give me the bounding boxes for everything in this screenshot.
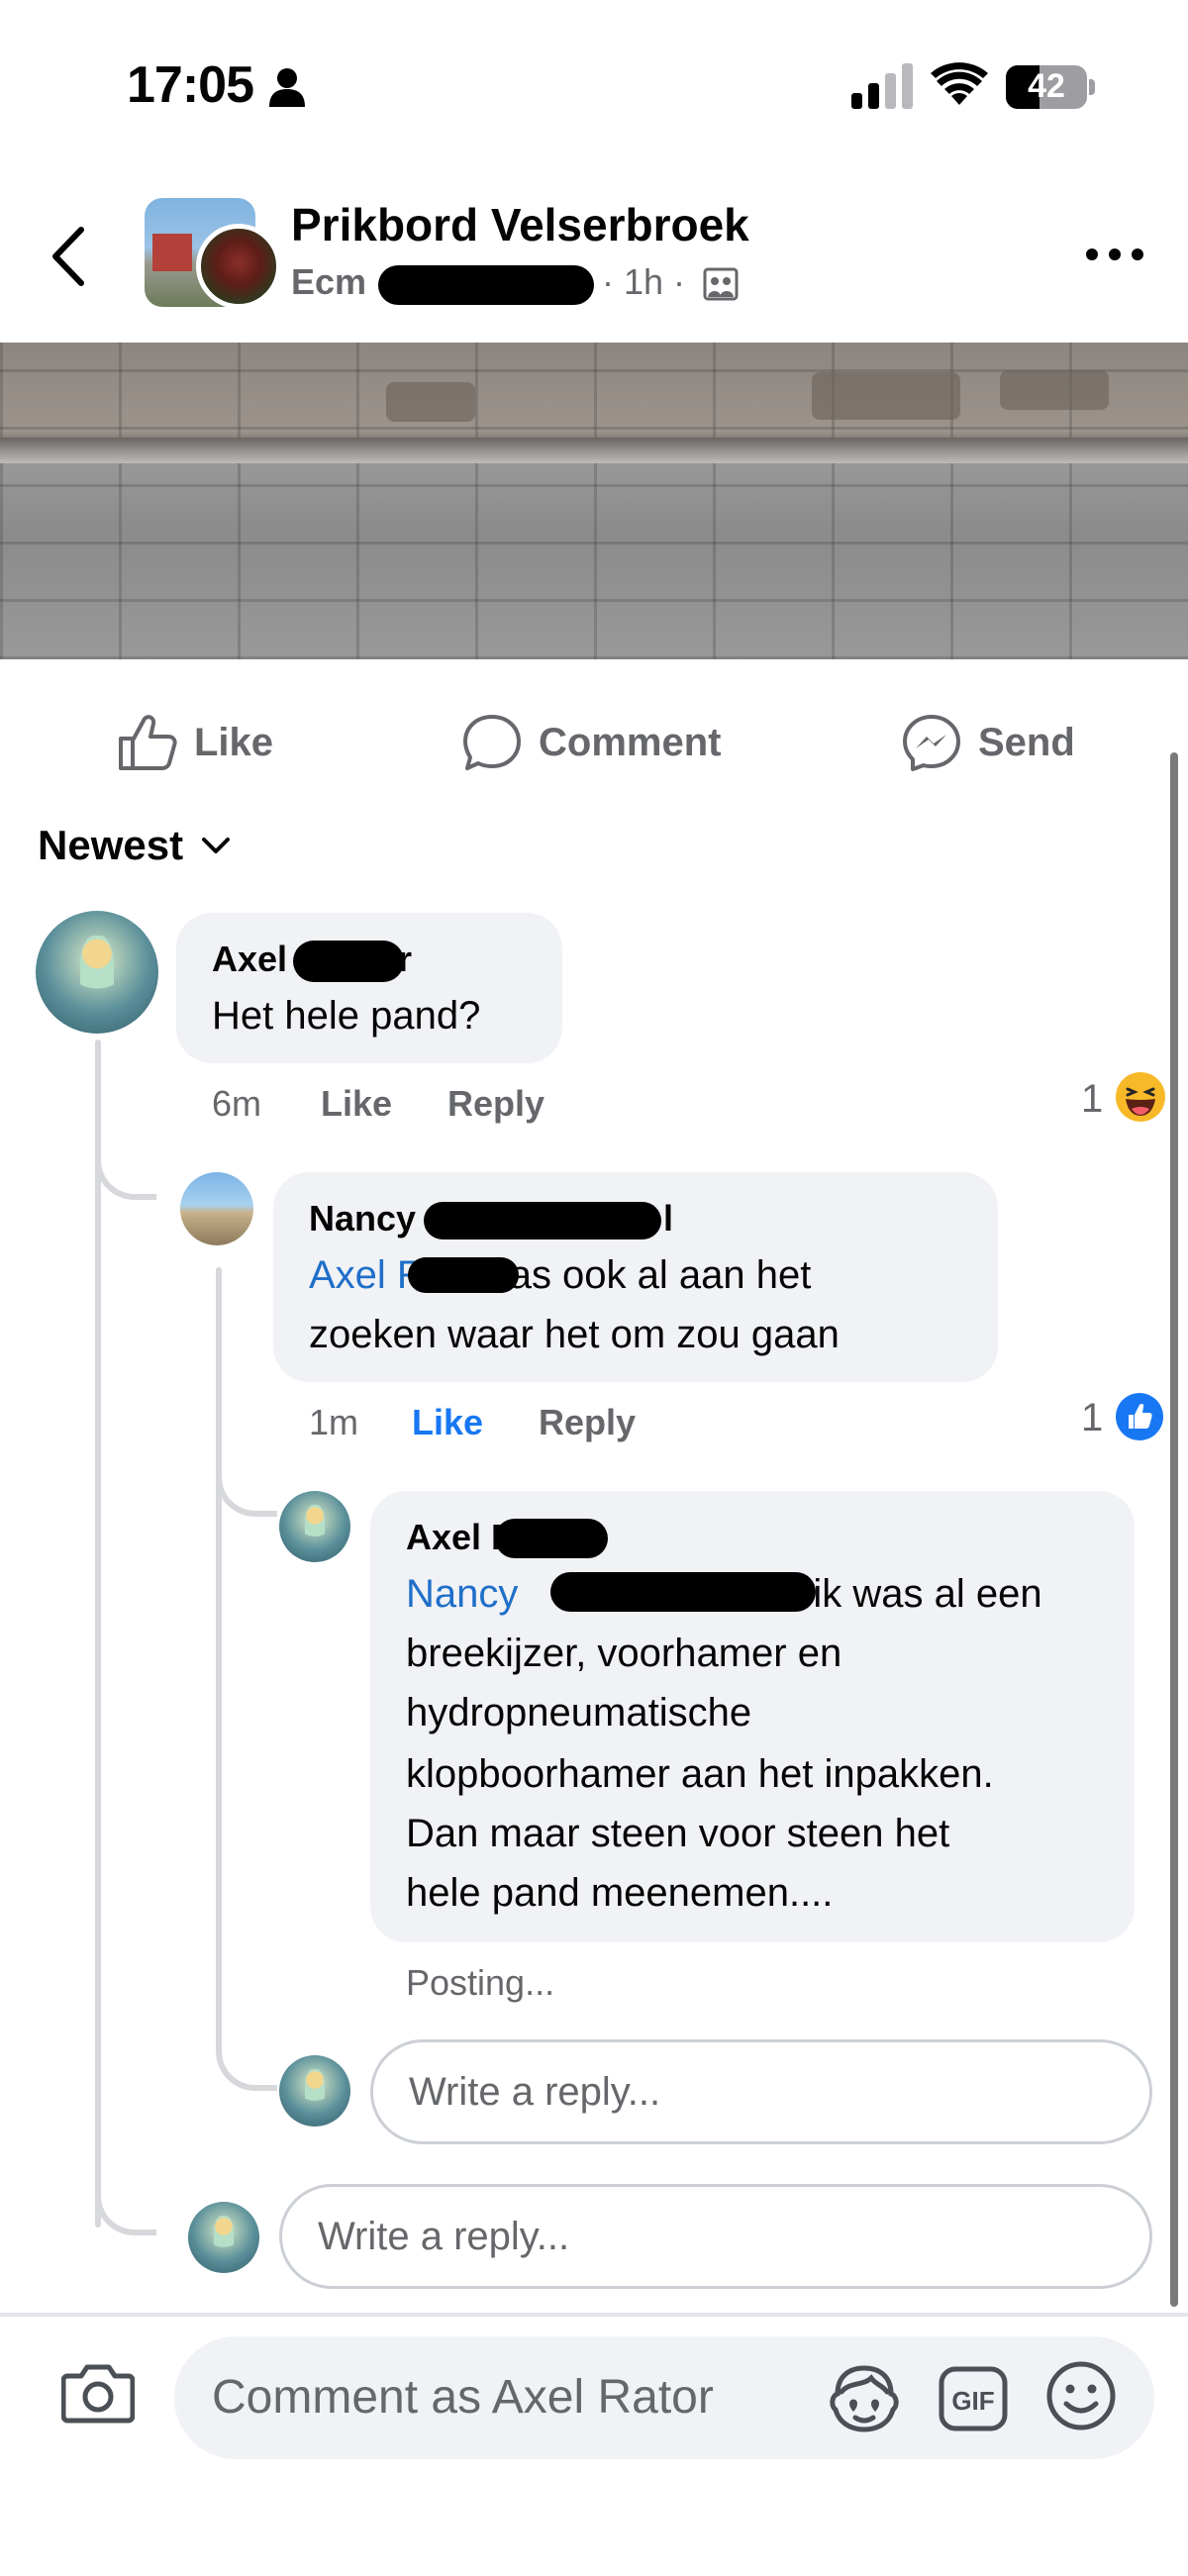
post-time: · 1h · xyxy=(602,261,686,302)
comment-button[interactable]: Comment xyxy=(461,713,721,772)
send-button[interactable]: Send xyxy=(901,713,1075,772)
comment-author-suffix: r xyxy=(398,939,413,979)
thread-line xyxy=(216,2020,277,2091)
comment-author[interactable]: Nancy xyxy=(309,1198,416,1239)
thread-line xyxy=(216,1267,222,2039)
post-author[interactable]: Ecm xyxy=(291,261,366,303)
comment-time: 6m xyxy=(212,1083,262,1124)
composer-placeholder[interactable]: Comment as Axel Rator xyxy=(212,2370,714,2425)
svg-text:GIF: GIF xyxy=(951,2386,994,2416)
avatar-sticker-icon[interactable] xyxy=(828,2364,901,2433)
battery-indicator: 42 xyxy=(1006,65,1087,109)
emoji-icon[interactable] xyxy=(1045,2360,1117,2431)
redaction-mark xyxy=(293,941,404,982)
reply-input[interactable]: Write a reply... xyxy=(279,2184,1152,2289)
comment-author[interactable]: Axel xyxy=(212,939,287,980)
sort-label: Newest xyxy=(38,822,184,868)
messenger-icon xyxy=(903,715,960,771)
comment-reply-button[interactable]: Reply xyxy=(539,1402,636,1443)
like-reaction-icon[interactable] xyxy=(1115,1392,1164,1441)
gif-icon[interactable]: GIF xyxy=(939,2366,1008,2431)
chevron-down-icon xyxy=(202,838,231,853)
more-options-icon[interactable] xyxy=(1085,248,1144,261)
avatar[interactable] xyxy=(279,1491,350,1562)
back-arrow-icon[interactable] xyxy=(48,226,87,287)
nested-reply-input[interactable]: Write a reply... xyxy=(370,2039,1152,2144)
thread-line xyxy=(95,1040,101,2228)
reaction-count[interactable]: 1 xyxy=(1081,1396,1103,1440)
comment-author-suffix: l xyxy=(663,1198,674,1238)
camera-icon[interactable] xyxy=(61,2362,135,2424)
comment-text-line1: ik was al een xyxy=(813,1572,1042,1616)
redaction-mark xyxy=(495,1519,608,1558)
comment-text-line5: Dan maar steen voor steen het xyxy=(406,1812,950,1855)
post-image[interactable] xyxy=(0,343,1188,659)
comment-like-button[interactable]: Like xyxy=(412,1402,483,1443)
avatar[interactable] xyxy=(36,911,158,1034)
group-title[interactable]: Prikbord Velserbroek xyxy=(291,198,749,251)
comment-like-button[interactable]: Like xyxy=(321,1083,392,1125)
redaction-mark xyxy=(378,265,594,305)
comment-text-line6: hele pand meenemen.... xyxy=(406,1871,834,1915)
comment-sort-dropdown[interactable]: Newest xyxy=(38,822,231,869)
avatar[interactable] xyxy=(180,1172,253,1245)
avatar xyxy=(188,2202,259,2273)
divider xyxy=(0,2313,1188,2317)
thread-line xyxy=(95,1129,156,1200)
thread-line xyxy=(95,2164,156,2235)
redaction-mark xyxy=(408,1257,519,1293)
scrollbar[interactable] xyxy=(1170,752,1178,2307)
status-time: 17:05 xyxy=(127,56,254,114)
home-indicator-area xyxy=(0,2534,1188,2576)
like-label: Like xyxy=(194,720,274,764)
like-button[interactable]: Like xyxy=(117,713,273,772)
battery-level: 42 xyxy=(1028,67,1065,105)
redaction-mark xyxy=(550,1572,816,1612)
comment-reply-button[interactable]: Reply xyxy=(447,1083,544,1125)
comment-bubble-icon xyxy=(463,715,521,770)
thumbs-up-icon xyxy=(119,715,177,770)
redaction-mark xyxy=(424,1202,661,1239)
comment-text-line4: klopboorhamer aan het inpakken. xyxy=(406,1752,994,1796)
comment-mention[interactable]: Nancy xyxy=(406,1572,518,1616)
send-label: Send xyxy=(978,720,1075,764)
haha-reaction-icon[interactable] xyxy=(1115,1071,1166,1123)
comment-text-line2: breekijzer, voorhamer en xyxy=(406,1632,842,1675)
cellular-signal-icon xyxy=(851,63,913,109)
thread-line xyxy=(216,1445,277,1517)
comment-text-line2: zoeken waar het om zou gaan xyxy=(309,1313,840,1356)
reaction-count[interactable]: 1 xyxy=(1081,1077,1103,1122)
posting-status: Posting... xyxy=(406,1962,555,2003)
comment-text: Het hele pand? xyxy=(212,994,481,1038)
group-privacy-icon xyxy=(703,267,739,301)
comment-label: Comment xyxy=(539,720,722,764)
battery-nub xyxy=(1089,79,1095,95)
wifi-icon xyxy=(931,62,988,105)
author-avatar[interactable] xyxy=(196,224,281,309)
comment-time: 1m xyxy=(309,1402,359,1442)
comment-text-line3: hydropneumatische xyxy=(406,1691,752,1734)
person-icon xyxy=(269,68,305,107)
comment-text: Axel Rik was ook al aan het xyxy=(309,1245,811,1305)
avatar xyxy=(279,2055,350,2127)
